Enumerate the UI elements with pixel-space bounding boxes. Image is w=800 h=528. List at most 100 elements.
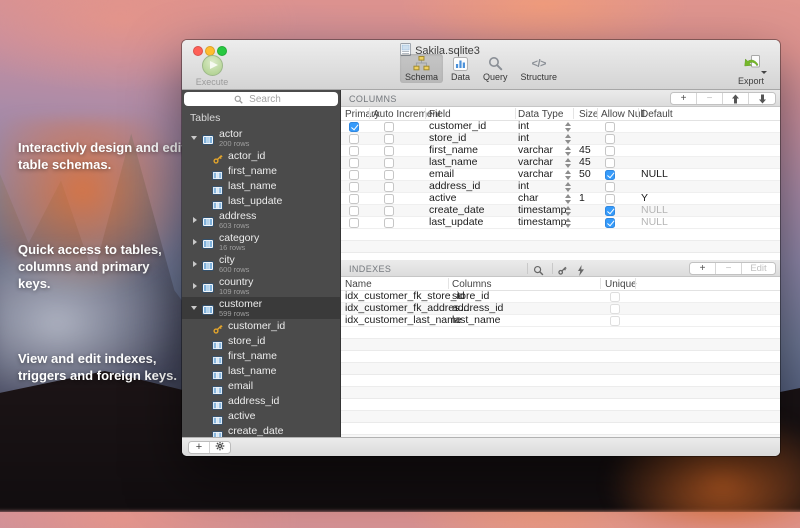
columns-table-row[interactable]: customer_idint	[341, 121, 780, 133]
disclosure-triangle-icon[interactable]	[193, 261, 197, 267]
allow-null-checkbox[interactable]	[605, 134, 615, 144]
data-type-stepper[interactable]	[565, 134, 572, 144]
sidebar-column-email[interactable]: email	[182, 379, 340, 394]
columns-table-row[interactable]: last_namevarchar45	[341, 157, 780, 169]
execute-button[interactable]: Execute	[190, 55, 234, 87]
auto-increment-checkbox[interactable]	[384, 182, 394, 192]
disclosure-triangle-icon[interactable]	[191, 136, 197, 140]
sidebar-column-active[interactable]: active	[182, 409, 340, 424]
column-icon	[212, 427, 223, 438]
data-type-stepper[interactable]	[565, 194, 572, 204]
sidebar-column-actor_id[interactable]: actor_id	[182, 149, 340, 164]
search-input[interactable]	[184, 92, 338, 106]
unique-checkbox[interactable]	[610, 316, 620, 326]
columns-table-row[interactable]: last_updatetimestampNULL	[341, 217, 780, 229]
sidebar-table-city[interactable]: city600 rows	[182, 253, 340, 275]
auto-increment-checkbox[interactable]	[384, 218, 394, 228]
data-type-stepper[interactable]	[565, 206, 572, 216]
tab-label: Data	[451, 72, 470, 82]
auto-increment-checkbox[interactable]	[384, 158, 394, 168]
allow-null-checkbox[interactable]	[605, 170, 615, 180]
sidebar-column-first_name[interactable]: first_name	[182, 164, 340, 179]
sidebar-table-actor[interactable]: actor200 rows	[182, 127, 340, 149]
allow-null-checkbox[interactable]	[605, 146, 615, 156]
primary-checkbox[interactable]	[349, 158, 359, 168]
sidebar-table-category[interactable]: category16 rows	[182, 231, 340, 253]
sidebar-column-customer_id[interactable]: customer_id	[182, 319, 340, 334]
tab-structure[interactable]: </>Structure	[516, 54, 563, 83]
search-field[interactable]	[184, 92, 338, 106]
allow-null-checkbox[interactable]	[605, 122, 615, 132]
data-type-stepper[interactable]	[565, 182, 572, 192]
columns-table-row[interactable]: store_idint	[341, 133, 780, 145]
disclosure-triangle-icon[interactable]	[191, 306, 197, 310]
data-type-stepper[interactable]	[565, 122, 572, 132]
primary-checkbox[interactable]	[349, 122, 359, 132]
auto-increment-checkbox[interactable]	[384, 134, 394, 144]
allow-null-checkbox[interactable]	[605, 194, 615, 204]
data-type-stepper[interactable]	[565, 146, 572, 156]
sidebar-column-store_id[interactable]: store_id	[182, 334, 340, 349]
sidebar-table-country[interactable]: country109 rows	[182, 275, 340, 297]
disclosure-triangle-icon[interactable]	[193, 217, 197, 223]
column-name: actor_id	[228, 149, 340, 164]
primary-checkbox[interactable]	[349, 182, 359, 192]
index-table-row[interactable]: idx_customer_last_namelast_name	[341, 315, 780, 327]
auto-increment-checkbox[interactable]	[384, 170, 394, 180]
settings-button[interactable]	[210, 442, 230, 453]
add-table-button[interactable]: +	[189, 442, 210, 453]
play-icon	[202, 55, 223, 76]
columns-table-row[interactable]: first_namevarchar45	[341, 145, 780, 157]
table-icon	[202, 280, 214, 298]
primary-checkbox[interactable]	[349, 134, 359, 144]
sidebar-table-customer[interactable]: customer599 rows	[182, 297, 340, 319]
column-name: last_name	[228, 179, 340, 194]
auto-increment-checkbox[interactable]	[384, 206, 394, 216]
header-separator	[573, 108, 574, 119]
sidebar-column-address_id[interactable]: address_id	[182, 394, 340, 409]
primary-checkbox[interactable]	[349, 194, 359, 204]
table-row-count: 16 rows	[219, 244, 340, 252]
tab-query[interactable]: Query	[478, 54, 513, 83]
cell: store_id	[452, 291, 489, 302]
columns-arrow-down-button[interactable]	[749, 93, 775, 104]
columns-minus-button[interactable]: −	[697, 93, 723, 104]
data-type-stepper[interactable]	[565, 170, 572, 180]
indexes-edit-button[interactable]: Edit	[742, 263, 775, 274]
disclosure-triangle-icon[interactable]	[193, 283, 197, 289]
allow-null-checkbox[interactable]	[605, 158, 615, 168]
indexes-plus-button[interactable]: +	[690, 263, 716, 274]
allow-null-checkbox[interactable]	[605, 206, 615, 216]
columns-arrow-up-button[interactable]	[723, 93, 749, 104]
auto-increment-checkbox[interactable]	[384, 122, 394, 132]
indexes-minus-button[interactable]: −	[716, 263, 742, 274]
data-type-stepper[interactable]	[565, 218, 572, 228]
data-type-stepper[interactable]	[565, 158, 572, 168]
unique-checkbox[interactable]	[610, 292, 620, 302]
primary-checkbox[interactable]	[349, 206, 359, 216]
sidebar-column-last_name[interactable]: last_name	[182, 364, 340, 379]
columns-table-row[interactable]: emailvarchar50NULL	[341, 169, 780, 181]
disclosure-triangle-icon[interactable]	[193, 239, 197, 245]
allow-null-checkbox[interactable]	[605, 218, 615, 228]
primary-checkbox[interactable]	[349, 146, 359, 156]
sidebar-column-create_date[interactable]: create_date	[182, 424, 340, 437]
auto-increment-checkbox[interactable]	[384, 194, 394, 204]
cell: store_id	[429, 133, 466, 144]
primary-checkbox[interactable]	[349, 170, 359, 180]
primary-checkbox[interactable]	[349, 218, 359, 228]
unique-checkbox[interactable]	[610, 304, 620, 314]
export-button[interactable]: Export	[730, 55, 772, 86]
columns-table-row[interactable]: address_idint	[341, 181, 780, 193]
cell: 45	[579, 157, 591, 168]
tab-data[interactable]: Data	[446, 54, 475, 83]
column-header: Default	[641, 109, 673, 120]
columns-plus-button[interactable]: +	[671, 93, 697, 104]
sidebar-table-address[interactable]: address603 rows	[182, 209, 340, 231]
sidebar-column-last_update[interactable]: last_update	[182, 194, 340, 209]
sidebar-column-last_name[interactable]: last_name	[182, 179, 340, 194]
tab-schema[interactable]: Schema	[400, 54, 443, 83]
allow-null-checkbox[interactable]	[605, 182, 615, 192]
sidebar-column-first_name[interactable]: first_name	[182, 349, 340, 364]
auto-increment-checkbox[interactable]	[384, 146, 394, 156]
